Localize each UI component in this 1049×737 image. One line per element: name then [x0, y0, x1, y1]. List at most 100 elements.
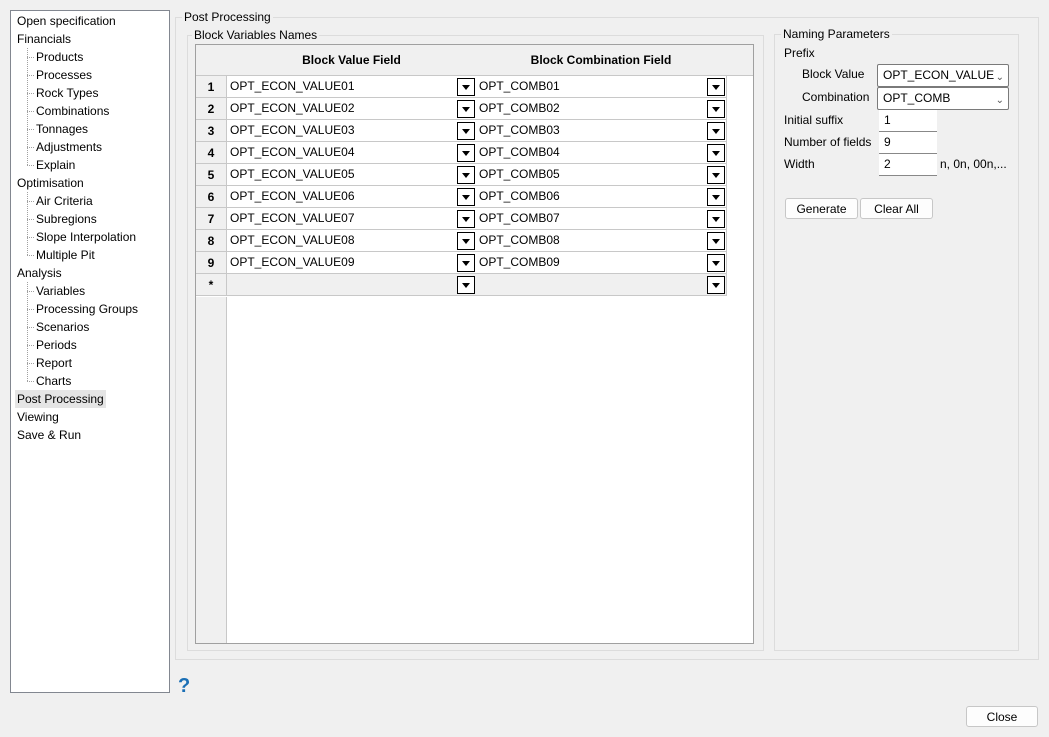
dropdown-arrow-icon[interactable]: [707, 188, 725, 206]
tree-connector: [27, 309, 34, 310]
block-value-cell[interactable]: OPT_ECON_VALUE08: [227, 230, 477, 252]
sidebar-item[interactable]: Analysis: [17, 264, 62, 282]
sidebar-item[interactable]: Charts: [36, 372, 71, 390]
sidebar-item[interactable]: Scenarios: [36, 318, 89, 336]
sidebar-item[interactable]: Rock Types: [36, 84, 98, 102]
tree-line: [27, 192, 28, 255]
block-value-cell[interactable]: OPT_ECON_VALUE09: [227, 252, 477, 274]
block-combination-cell[interactable]: [476, 274, 727, 296]
dropdown-arrow-icon[interactable]: [707, 78, 725, 96]
navigation-tree[interactable]: Open specification Financials Products Proc…: [10, 10, 170, 693]
block-value-cell[interactable]: OPT_ECON_VALUE06: [227, 186, 477, 208]
sidebar-item[interactable]: Optimisation: [17, 174, 84, 192]
close-button[interactable]: Close: [966, 706, 1038, 727]
block-combination-cell[interactable]: OPT_COMB06: [476, 186, 727, 208]
help-icon[interactable]: ?: [178, 675, 190, 698]
combination-label: Combination: [802, 90, 870, 104]
sidebar-item[interactable]: Tonnages: [36, 120, 88, 138]
dropdown-arrow-icon[interactable]: [457, 188, 475, 206]
dropdown-arrow-icon[interactable]: [707, 276, 725, 294]
sidebar-item[interactable]: Save & Run: [17, 426, 81, 444]
dropdown-arrow-icon[interactable]: [457, 122, 475, 140]
dropdown-arrow-icon[interactable]: [707, 254, 725, 272]
sidebar-item[interactable]: Viewing: [17, 408, 59, 426]
dropdown-arrow-icon[interactable]: [707, 144, 725, 162]
naming-parameters-title: Naming Parameters: [781, 27, 892, 41]
row-header[interactable]: 1: [196, 76, 227, 98]
block-combination-cell[interactable]: OPT_COMB05: [476, 164, 727, 186]
sidebar-item[interactable]: Air Criteria: [36, 192, 93, 210]
block-value-prefix-select[interactable]: OPT_ECON_VALUE ⌄: [877, 64, 1009, 87]
cell-text: OPT_COMB08: [479, 233, 560, 247]
width-input[interactable]: 2: [879, 154, 937, 176]
dropdown-arrow-icon[interactable]: [707, 122, 725, 140]
block-combination-cell[interactable]: OPT_COMB08: [476, 230, 727, 252]
block-combination-cell[interactable]: OPT_COMB02: [476, 98, 727, 120]
column-header-block-combination[interactable]: Block Combination Field: [476, 45, 727, 76]
sidebar-item[interactable]: Periods: [36, 336, 77, 354]
block-variables-table[interactable]: Block Value Field Block Combination Fiel…: [195, 44, 754, 644]
dropdown-arrow-icon[interactable]: [457, 166, 475, 184]
row-header[interactable]: 4: [196, 142, 227, 164]
tree-connector: [27, 219, 34, 220]
sidebar-item[interactable]: Products: [36, 48, 83, 66]
initial-suffix-input[interactable]: 1: [879, 110, 937, 132]
sidebar-item[interactable]: Combinations: [36, 102, 109, 120]
block-value-cell[interactable]: OPT_ECON_VALUE01: [227, 76, 477, 98]
cell-text: OPT_ECON_VALUE09: [230, 255, 355, 269]
block-value-cell[interactable]: OPT_ECON_VALUE03: [227, 120, 477, 142]
block-value-cell[interactable]: OPT_ECON_VALUE04: [227, 142, 477, 164]
row-header[interactable]: 7: [196, 208, 227, 230]
sidebar-item[interactable]: Subregions: [36, 210, 97, 228]
dropdown-arrow-icon[interactable]: [707, 166, 725, 184]
dropdown-arrow-icon[interactable]: [457, 210, 475, 228]
dropdown-arrow-icon[interactable]: [457, 100, 475, 118]
row-header[interactable]: 5: [196, 164, 227, 186]
dropdown-arrow-icon[interactable]: [457, 232, 475, 250]
generate-button[interactable]: Generate: [785, 198, 858, 219]
sidebar-item[interactable]: Processes: [36, 66, 92, 84]
dropdown-arrow-icon[interactable]: [707, 232, 725, 250]
sidebar-item[interactable]: Report: [36, 354, 72, 372]
block-value-cell[interactable]: OPT_ECON_VALUE07: [227, 208, 477, 230]
block-combination-cell[interactable]: OPT_COMB01: [476, 76, 727, 98]
cell-text: OPT_ECON_VALUE05: [230, 167, 355, 181]
clear-all-button[interactable]: Clear All: [860, 198, 933, 219]
row-header[interactable]: *: [196, 274, 227, 296]
row-header[interactable]: 3: [196, 120, 227, 142]
sidebar-item[interactable]: Slope Interpolation: [36, 228, 136, 246]
tree-connector: [27, 147, 34, 148]
block-combination-cell[interactable]: OPT_COMB07: [476, 208, 727, 230]
column-header-block-value[interactable]: Block Value Field: [227, 45, 477, 76]
row-header-corner: [196, 45, 228, 76]
tree-connector: [27, 291, 34, 292]
sidebar-item[interactable]: Open specification: [17, 12, 116, 30]
sidebar-item[interactable]: Processing Groups: [36, 300, 138, 318]
dropdown-arrow-icon[interactable]: [457, 254, 475, 272]
dropdown-arrow-icon[interactable]: [707, 100, 725, 118]
block-combination-cell[interactable]: OPT_COMB03: [476, 120, 727, 142]
number-of-fields-input[interactable]: 9: [879, 132, 937, 154]
tree-connector: [27, 75, 34, 76]
block-value-cell[interactable]: OPT_ECON_VALUE02: [227, 98, 477, 120]
row-header[interactable]: 6: [196, 186, 227, 208]
row-header[interactable]: 8: [196, 230, 227, 252]
dropdown-arrow-icon[interactable]: [707, 210, 725, 228]
dropdown-arrow-icon[interactable]: [457, 78, 475, 96]
dropdown-arrow-icon[interactable]: [457, 276, 475, 294]
sidebar-item[interactable]: Multiple Pit: [36, 246, 95, 264]
sidebar-item[interactable]: Explain: [36, 156, 75, 174]
row-header[interactable]: 2: [196, 98, 227, 120]
post-processing-title: Post Processing: [182, 10, 273, 24]
sidebar-item[interactable]: Adjustments: [36, 138, 102, 156]
sidebar-item[interactable]: Post Processing: [15, 390, 106, 408]
block-combination-cell[interactable]: OPT_COMB04: [476, 142, 727, 164]
row-header[interactable]: 9: [196, 252, 227, 274]
block-value-cell[interactable]: OPT_ECON_VALUE05: [227, 164, 477, 186]
dropdown-arrow-icon[interactable]: [457, 144, 475, 162]
block-combination-cell[interactable]: OPT_COMB09: [476, 252, 727, 274]
sidebar-item[interactable]: Financials: [17, 30, 71, 48]
block-value-cell[interactable]: [227, 274, 477, 296]
sidebar-item[interactable]: Variables: [36, 282, 85, 300]
combination-prefix-select[interactable]: OPT_COMB ⌄: [877, 87, 1009, 110]
